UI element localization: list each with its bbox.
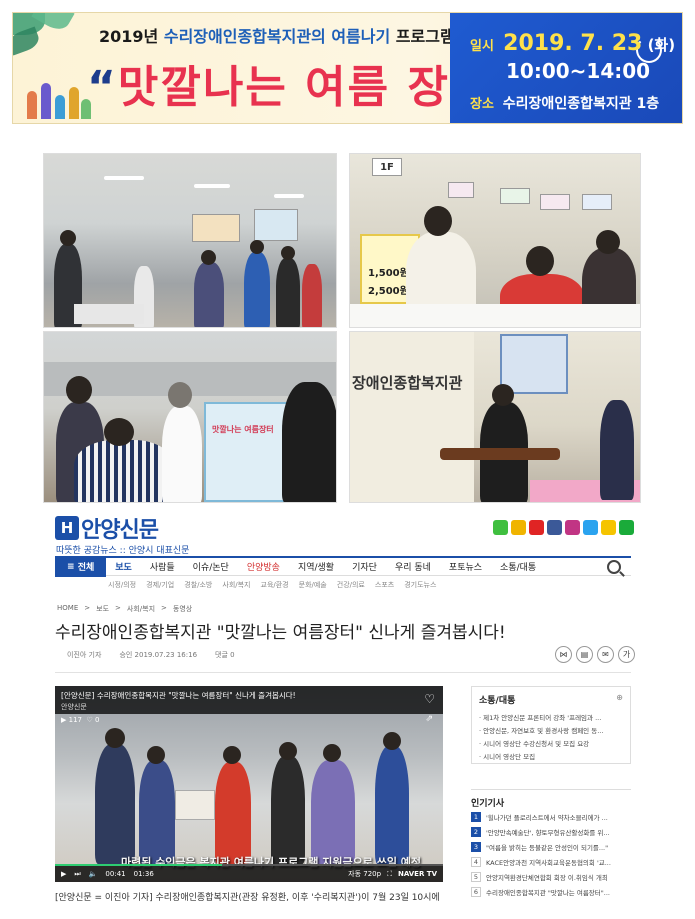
popular-article[interactable]: 1 '힐나가던 플로리스트에서 약차소믈리에가 ... (471, 812, 631, 822)
photo-volunteers: 맛깔나는 여름장터 (43, 331, 337, 503)
popular-article[interactable]: 2 '안양만속예술단', 향토무형유산활성화를 위... (471, 827, 631, 837)
main-nav: ≡ 전체 보도 사람들 이슈/논단 안양방송 지역/생활 기자단 우리 동네 포… (55, 556, 631, 577)
kakaotalk-icon[interactable] (601, 520, 616, 535)
popular-article[interactable]: 3 "여름을 밝히는 등불같은 안성인이 되기를..." (471, 842, 631, 852)
heart-icon[interactable]: ♡ (424, 692, 435, 706)
volume-icon[interactable]: 🔈 (89, 870, 98, 878)
sub-nav: 시정/의정 경제/기업 경찰/소방 사회/복지 교육/환경 문화/예술 건강/의… (108, 580, 436, 590)
breadcrumb-item[interactable]: 사회/복지 (127, 604, 155, 614)
instagram-icon[interactable] (565, 520, 580, 535)
logo-mark-icon: H (55, 516, 79, 540)
floor-sign: 1F (372, 158, 402, 176)
article-meta: 이진아 기자 승인 2019.07.23 16:16 댓글 0 (67, 650, 235, 660)
list-item[interactable]: · 제1차 안양신문 프론티어 강좌 '프레임과 ... (479, 712, 623, 722)
kakaostory-icon[interactable] (511, 520, 526, 535)
banner-time: 10:00~14:00 (506, 59, 651, 83)
youtube-icon[interactable] (529, 520, 544, 535)
photo-sales-booth: 1F 1,500원 2,500원 (349, 153, 641, 328)
like-icon: ♡ (86, 716, 93, 724)
video-header: [안양신문] 수리장애인종합복지관 "맛깔나는 여름장터" 신나게 즐겨봅시다!… (55, 686, 443, 714)
author[interactable]: 이진아 기자 (67, 650, 101, 660)
nav-all-menu[interactable]: ≡ 전체 (55, 556, 107, 577)
article-title: 수리장애인종합복지관 "맛깔나는 여름장터" 신나게 즐겨봅시다! (55, 623, 506, 643)
banner-place: 장소 수리장애인종합복지관 1층 (470, 96, 660, 112)
list-item[interactable]: · 안양신문, 자연보호 및 환경사랑 캠페인 동... (479, 725, 623, 735)
subnav-item[interactable]: 경제/기업 (146, 580, 174, 590)
quality-selector[interactable]: 자동 720p (348, 869, 381, 879)
twitter-icon[interactable] (583, 520, 598, 535)
current-time: 00:41 (105, 870, 126, 878)
nav-item-local[interactable]: 지역/생활 (289, 560, 343, 573)
logo-text: 안양신문 (81, 518, 159, 543)
fullscreen-icon[interactable]: ⛶ (387, 870, 392, 879)
breadcrumb-item[interactable]: 보도 (96, 604, 109, 614)
popular-article[interactable]: 5 안양지역환경단체연합회 회장 이.취임식 개최 (471, 872, 631, 882)
facebook-icon[interactable] (547, 520, 562, 535)
people-illustration (23, 73, 93, 119)
subnav-item[interactable]: 시정/의정 (108, 580, 136, 590)
publish-date: 승인 2019.07.23 16:16 (119, 651, 198, 659)
article-tools: ⋈ ▤ ✉ 가 (555, 646, 635, 663)
nav-item-people[interactable]: 사람들 (141, 560, 184, 573)
popular-articles-list: 1 '힐나가던 플로리스트에서 약차소믈리에가 ... 2 '안양만속예술단', 향… (471, 812, 631, 902)
social-links (493, 520, 634, 535)
nav-item-community[interactable]: 소통/대통 (491, 560, 545, 573)
subnav-item[interactable]: 교육/환경 (261, 580, 289, 590)
banner-date: 일시 2019. 7. 23 (화) (470, 31, 676, 56)
list-item[interactable]: · 시니어 영상단 수강신청서 및 모집 요강 (479, 738, 623, 748)
subnav-item[interactable]: 경찰/소방 (184, 580, 212, 590)
subnav-item[interactable]: 문화/예술 (299, 580, 327, 590)
nav-item-issues[interactable]: 이슈/논단 (184, 560, 238, 573)
site-slogan: 따뜻한 공감뉴스 :: 안양시 대표신문 (56, 546, 190, 556)
sidebar-community-box: 소통/대통 ⊕ · 제1차 안양신문 프론티어 강좌 '프레임과 ... · 안… (471, 686, 631, 764)
total-time: 01:36 (133, 870, 154, 878)
play-count-icon: ▶ (61, 716, 67, 724)
subnav-item[interactable]: 건강/의료 (337, 580, 365, 590)
video-title[interactable]: [안양신문] 수리장애인종합복지관 "맛깔나는 여름장터" 신나게 즐겨봅시다! (61, 690, 296, 701)
breadcrumb-item[interactable]: 동영상 (173, 604, 192, 614)
nav-item-broadcast[interactable]: 안양방송 (238, 560, 289, 573)
video-frame (55, 686, 443, 882)
center-name-sign: 장애인종합복지관 (352, 374, 463, 392)
subnav-item[interactable]: 사회/복지 (222, 580, 250, 590)
popular-article[interactable]: 6 수리장애인종합복지관 "맛깔나는 여름장터"... (471, 887, 631, 897)
subnav-item[interactable]: 스포츠 (375, 580, 394, 590)
event-poster: 맛깔나는 여름장터 (204, 402, 288, 502)
naver-tv-logo[interactable]: NAVER TV (398, 870, 437, 878)
comment-count[interactable]: 댓글 0 (215, 650, 235, 660)
font-size-icon[interactable]: 가 (618, 646, 635, 663)
site-logo[interactable]: H 안양신문 (55, 515, 159, 543)
divider (55, 672, 631, 673)
photo-welfare-center-lobby: 장애인종합복지관 (349, 331, 641, 503)
sidebar-box-title[interactable]: 소통/대통 (479, 693, 515, 706)
popular-article[interactable]: 4 KACE안양과천 지역사회교육운동협의회 '교... (471, 857, 631, 867)
nav-item-neighborhood[interactable]: 우리 동네 (386, 560, 440, 573)
share-icon[interactable]: ⇗ (425, 714, 433, 724)
photo-hallway-crowd (43, 153, 337, 328)
video-stats: ▶ 117 ♡ 0 (61, 716, 100, 724)
breadcrumb: HOME > 보도 > 사회/복지 > 동영상 (57, 604, 193, 614)
share-icon[interactable]: ⋈ (555, 646, 572, 663)
search-icon[interactable] (607, 559, 621, 574)
video-controls: ▶ ⏭ 🔈 00:41 01:36 자동 720p ⛶ NAVER TV (55, 866, 443, 882)
print-icon[interactable]: ▤ (576, 646, 593, 663)
line-icon[interactable] (619, 520, 634, 535)
popular-articles-title: 인기기사 (471, 789, 631, 809)
banner-info-panel: 일시 2019. 7. 23 (화) 10:00~14:00 장소 수리장애인종… (450, 13, 682, 123)
nav-item-reporters[interactable]: 기자단 (343, 560, 386, 573)
list-item[interactable]: · 시니어 영상단 모집 (479, 751, 623, 761)
video-channel[interactable]: 안양신문 (61, 702, 87, 712)
subnav-item[interactable]: 경기도뉴스 (404, 580, 436, 590)
nav-item-photo[interactable]: 포토뉴스 (440, 560, 491, 573)
breadcrumb-home[interactable]: HOME (57, 604, 78, 614)
email-icon[interactable]: ✉ (597, 646, 614, 663)
youtube-icon[interactable] (493, 520, 508, 535)
more-icon[interactable]: ⊕ (616, 693, 623, 706)
play-icon[interactable]: ▶ (61, 870, 66, 878)
next-icon[interactable]: ⏭ (74, 870, 80, 879)
article-body: [안양신문 = 이진아 기자] 수리장애인종합복지관(관장 유정환, 이후 '수… (55, 893, 440, 903)
nav-item-news[interactable]: 보도 (106, 560, 141, 573)
video-player[interactable]: [안양신문] 수리장애인종합복지관 "맛깔나는 여름장터" 신나게 즐겨봅시다!… (55, 686, 443, 882)
event-banner: 2019년 수리장애인종합복지관의 여름나기 프로그램 지원을 위한 “맛깔나는… (12, 12, 683, 124)
